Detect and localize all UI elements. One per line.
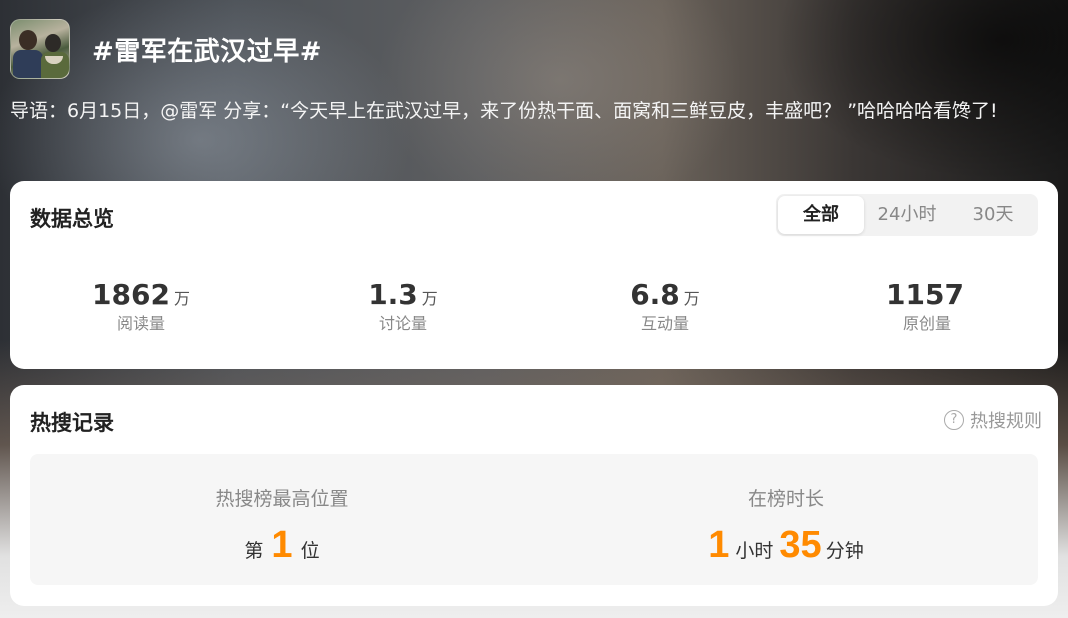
time-range-tabs: 全部 24小时 30天	[776, 194, 1038, 236]
stats-row: 1862 万 阅读量 1.3 万 讨论量 6.8 万 互动量 1157 原创量	[10, 277, 1058, 347]
stat-label: 原创量	[902, 314, 951, 333]
peak-prefix: 第	[244, 540, 264, 562]
time-on-list-label: 在榜时长	[747, 488, 824, 510]
stat-unit: 万	[173, 289, 190, 308]
stat-value: 6.8	[630, 278, 680, 311]
stat-unit: 万	[683, 289, 700, 308]
tab-all[interactable]: 全部	[778, 196, 864, 234]
peak-rank-value: 1	[271, 524, 293, 566]
avatar-person-body	[13, 50, 43, 78]
duration-minutes-value: 35	[779, 524, 822, 566]
time-on-list: 在榜时长 1 小时 35 分钟	[534, 454, 1038, 585]
peak-suffix: 位	[300, 540, 320, 562]
data-overview-card: 数据总览 全部 24小时 30天 1862 万 阅读量 1.3 万 讨论量 6.8 万…	[10, 181, 1058, 369]
stat-discussions: 1.3 万 讨论量	[272, 277, 534, 347]
peak-position: 热搜榜最高位置 第1位	[30, 454, 534, 585]
duration-hours-unit: 小时	[735, 540, 774, 562]
stat-label: 阅读量	[116, 314, 165, 333]
stat-value: 1.3	[368, 278, 418, 311]
stat-value: 1157	[886, 278, 964, 311]
stat-interactions: 6.8 万 互动量	[534, 277, 796, 347]
hot-search-rules-link[interactable]: ? 热搜规则	[944, 407, 1042, 433]
duration-hours-value: 1	[708, 524, 730, 566]
peak-position-label: 热搜榜最高位置	[215, 488, 349, 510]
stat-value: 1862	[92, 278, 170, 311]
topic-header: #雷军在武汉过早#	[10, 18, 322, 80]
topic-avatar[interactable]	[10, 19, 70, 79]
hot-search-title: 热搜记录	[30, 411, 114, 435]
stat-originals: 1157 原创量	[796, 277, 1058, 347]
topic-intro: 导语：6月15日，@雷军 分享：“今天早上在武汉过早，来了份热干面、面窝和三鲜豆…	[10, 100, 998, 122]
question-circle-icon: ?	[944, 410, 964, 430]
tab-24h[interactable]: 24小时	[864, 196, 950, 234]
hot-search-stats-box: 热搜榜最高位置 第1位 在榜时长 1 小时 35 分钟	[30, 454, 1038, 585]
rules-label: 热搜规则	[970, 411, 1042, 432]
topic-title: #雷军在武汉过早#	[92, 36, 323, 67]
duration-minutes-unit: 分钟	[825, 540, 864, 562]
stat-label: 互动量	[640, 314, 689, 333]
stat-label: 讨论量	[378, 314, 427, 333]
stat-reads: 1862 万 阅读量	[10, 277, 272, 347]
tab-30d[interactable]: 30天	[950, 196, 1036, 234]
avatar-person-head	[19, 30, 37, 50]
hot-search-card: 热搜记录 ? 热搜规则 热搜榜最高位置 第1位 在榜时长 1 小时 35 分钟	[10, 385, 1058, 606]
stat-unit: 万	[421, 289, 438, 308]
avatar-person-head	[45, 34, 61, 52]
overview-title: 数据总览	[30, 207, 114, 231]
